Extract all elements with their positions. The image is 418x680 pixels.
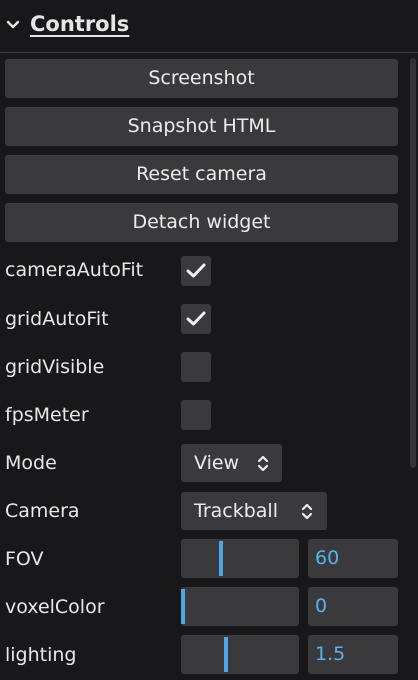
fov-label: FOV — [5, 548, 44, 570]
controls-panel: Controls Screenshot Snapshot HTML Reset … — [0, 0, 418, 680]
fps-meter-checkbox[interactable] — [181, 400, 211, 430]
panel-title: Controls — [30, 12, 130, 36]
mode-label: Mode — [5, 452, 57, 474]
voxel-color-slider-thumb[interactable] — [181, 589, 185, 624]
voxel-color-slider[interactable] — [181, 587, 299, 626]
select-arrows-icon — [257, 455, 269, 472]
fps-meter-label: fpsMeter — [5, 404, 89, 426]
fov-slider-thumb[interactable] — [219, 541, 223, 576]
mode-select[interactable]: View — [181, 444, 282, 482]
lighting-input[interactable]: 1.5 — [308, 635, 398, 674]
camera-select-value: Trackball — [194, 500, 278, 522]
grid-auto-fit-checkbox[interactable] — [181, 304, 211, 334]
fov-slider[interactable] — [181, 539, 299, 578]
voxel-color-label: voxelColor — [5, 596, 105, 618]
vertical-scrollbar[interactable] — [410, 58, 416, 468]
lighting-label: lighting — [5, 644, 77, 666]
camera-label: Camera — [5, 500, 80, 522]
lighting-slider-thumb[interactable] — [224, 637, 228, 672]
camera-select[interactable]: Trackball — [181, 492, 327, 530]
grid-visible-label: gridVisible — [5, 356, 105, 378]
grid-auto-fit-label: gridAutoFit — [5, 308, 109, 330]
fov-input[interactable]: 60 — [308, 539, 398, 578]
checkmark-icon — [186, 311, 206, 326]
checkmark-icon — [186, 263, 206, 278]
screenshot-button[interactable]: Screenshot — [5, 59, 398, 98]
select-arrows-icon — [301, 503, 313, 520]
camera-auto-fit-checkbox[interactable] — [181, 256, 211, 286]
reset-camera-button[interactable]: Reset camera — [5, 155, 398, 194]
detach-widget-button[interactable]: Detach widget — [5, 203, 398, 242]
lighting-slider[interactable] — [181, 635, 299, 674]
lighting-value: 1.5 — [315, 643, 346, 665]
controls-header[interactable]: Controls — [0, 0, 418, 53]
voxel-color-value: 0 — [315, 595, 328, 617]
fov-value: 60 — [315, 547, 340, 569]
voxel-color-input[interactable]: 0 — [308, 587, 398, 626]
grid-visible-checkbox[interactable] — [181, 352, 211, 382]
chevron-down-icon — [6, 20, 20, 29]
snapshot-html-button[interactable]: Snapshot HTML — [5, 107, 398, 146]
mode-select-value: View — [194, 452, 240, 474]
camera-auto-fit-label: cameraAutoFit — [5, 259, 144, 281]
